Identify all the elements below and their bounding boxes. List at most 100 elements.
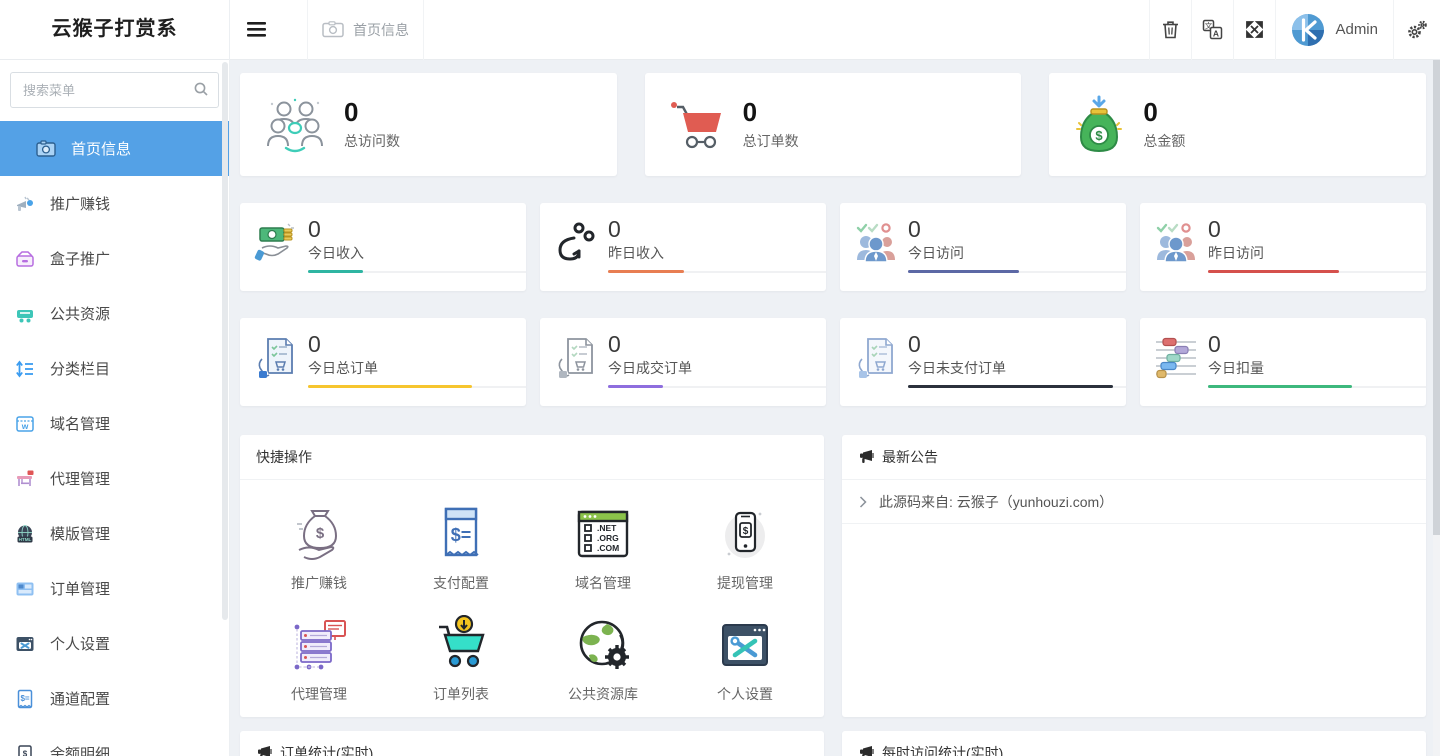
hamburger-menu-icon[interactable] <box>230 0 282 60</box>
quick-action-label: 推广赚钱 <box>291 573 347 593</box>
svg-text:$=: $= <box>451 525 472 545</box>
sidebar-item-personal-settings[interactable]: 个人设置 <box>0 616 229 671</box>
search-input[interactable] <box>10 72 219 108</box>
sidebar-item-label: 分类栏目 <box>50 358 110 379</box>
stat-card-total-visits: 0 总访问数 <box>240 73 617 176</box>
stat-label: 昨日收入 <box>608 243 826 263</box>
page-scrollbar[interactable] <box>1433 60 1440 756</box>
sidebar-item-order-manage[interactable]: 订单管理 <box>0 561 229 616</box>
svg-text:$: $ <box>316 525 325 542</box>
stat-bar-track <box>1208 271 1426 273</box>
order-receipt-blue-icon <box>254 335 298 379</box>
user-menu[interactable]: Admin <box>1275 0 1393 60</box>
stat-text: 0 今日总订单 <box>308 331 526 406</box>
sidebar-item-template[interactable]: HTML 模版管理 <box>0 506 229 561</box>
sidebar-item-home-info[interactable]: 首页信息 <box>0 121 229 176</box>
app-root: 云猴子打赏系 首页信息 推广赚钱 <box>0 0 1440 756</box>
tools-window-icon <box>715 615 775 675</box>
quick-action-domain-manage[interactable]: .NET.ORG.COM 域名管理 <box>532 504 674 593</box>
order-stats-header: 订单统计(实时) <box>240 731 824 756</box>
money-bag-icon: $ <box>1073 95 1125 155</box>
visitors-icon <box>1154 220 1198 264</box>
sidebar-item-domain[interactable]: w 域名管理 <box>0 396 229 451</box>
quick-action-label: 公共资源库 <box>568 684 638 704</box>
svg-text:$: $ <box>743 526 749 537</box>
tab-label: 首页信息 <box>353 20 409 40</box>
stat-bar-fill <box>908 385 1113 388</box>
avatar <box>1291 13 1325 47</box>
quick-action-label: 支付配置 <box>433 573 489 593</box>
pay-receipt-icon: $= <box>431 504 491 564</box>
sidebar-item-category[interactable]: 分类栏目 <box>0 341 229 396</box>
quick-action-personal-settings[interactable]: 个人设置 <box>674 615 816 704</box>
sidebar-item-label: 代理管理 <box>50 468 110 489</box>
users-group-icon <box>264 96 326 154</box>
stat-value: 0 <box>308 331 526 357</box>
stat-bar-fill <box>908 270 1019 273</box>
cart-teal-icon <box>14 303 36 325</box>
stat-label: 今日收入 <box>308 243 526 263</box>
top-navbar: 首页信息 文A Admin <box>230 0 1440 60</box>
main-area: 首页信息 文A Admin <box>230 0 1440 756</box>
stat-text: 0 今日成交订单 <box>608 331 826 406</box>
order-receipt-gray-icon <box>554 335 598 379</box>
app-title: 云猴子打赏系 <box>0 0 229 60</box>
stat-bar-fill <box>1208 385 1352 388</box>
stat-value: 0 <box>743 98 799 128</box>
sidebar-item-label: 余额明细 <box>50 743 110 756</box>
translate-icon[interactable]: 文A <box>1191 0 1233 60</box>
stat-card-yesterday-income: 0 昨日收入 <box>540 203 826 291</box>
stat-bar-track <box>1208 386 1426 388</box>
box-icon <box>14 248 36 270</box>
quick-action-promote-earn[interactable]: $ 推广赚钱 <box>248 504 390 593</box>
stat-label: 总订单数 <box>743 131 799 151</box>
settings-window-icon <box>14 633 36 655</box>
sidebar-item-public-resource[interactable]: 公共资源 <box>0 286 229 341</box>
stat-value: 0 <box>308 216 526 242</box>
sidebar-item-balance-detail[interactable]: $ 余额明细 <box>0 726 229 756</box>
stat-bar-fill <box>608 270 684 273</box>
stat-text: 0 总访问数 <box>344 98 400 151</box>
svg-text:.ORG: .ORG <box>597 533 619 543</box>
sidebar-item-agent[interactable]: 代理管理 <box>0 451 229 506</box>
quick-actions-grid: $ 推广赚钱 $= 支付配置 .NET.ORG.COM <box>240 480 824 704</box>
sidebar-item-label: 个人设置 <box>50 633 110 654</box>
visitors-icon <box>854 220 898 264</box>
stat-label: 今日成交订单 <box>608 358 826 378</box>
trash-icon[interactable] <box>1149 0 1191 60</box>
announcement-item[interactable]: 此源码来自: 云猴子（yunhouzi.com） <box>842 480 1426 524</box>
order-cart-icon <box>431 615 491 675</box>
user-name: Admin <box>1335 21 1378 38</box>
tab-home-info[interactable]: 首页信息 <box>307 0 424 60</box>
tab-photo-icon <box>322 21 344 38</box>
stat-label: 今日未支付订单 <box>908 358 1126 378</box>
stat-value: 0 <box>908 331 1126 357</box>
sidebar-item-promote-earn[interactable]: 推广赚钱 <box>0 176 229 231</box>
panels-row: 快捷操作 $ 推广赚钱 $= 支付配置 <box>240 435 1426 717</box>
stat-bar-track <box>908 271 1126 273</box>
sidebar-item-label: 公共资源 <box>50 303 110 324</box>
stat-text: 0 今日未支付订单 <box>908 331 1126 406</box>
quick-action-pay-config[interactable]: $= 支付配置 <box>390 504 532 593</box>
quick-action-resource-library[interactable]: 公共资源库 <box>532 615 674 704</box>
stat-text: 0 今日收入 <box>308 216 526 291</box>
sidebar-scrollbar[interactable] <box>222 62 228 620</box>
stat-text: 0 今日扣量 <box>1208 331 1426 406</box>
quick-action-withdraw-manage[interactable]: $ 提现管理 <box>674 504 816 593</box>
sidebar-item-box-promote[interactable]: 盒子推广 <box>0 231 229 286</box>
sliders-icon <box>1154 335 1198 379</box>
page-scrollbar-thumb[interactable] <box>1433 60 1440 535</box>
quick-action-agent-manage[interactable]: 代理管理 <box>248 615 390 704</box>
settings-gears-icon[interactable] <box>1393 0 1440 60</box>
stat-bar-fill <box>308 270 363 273</box>
balance-doc-icon: $ <box>14 743 36 756</box>
red-cart-icon <box>669 98 725 152</box>
quick-action-order-list[interactable]: 订单列表 <box>390 615 532 704</box>
yesterday-income-icon <box>554 220 598 264</box>
fullscreen-icon[interactable] <box>1233 0 1275 60</box>
svg-text:w: w <box>21 421 29 431</box>
stat-card-today-visits: 0 今日访问 <box>840 203 1126 291</box>
stat-label: 今日总订单 <box>308 358 526 378</box>
sidebar-item-channel-config[interactable]: $= 通道配置 <box>0 671 229 726</box>
stat-label: 昨日访问 <box>1208 243 1426 263</box>
